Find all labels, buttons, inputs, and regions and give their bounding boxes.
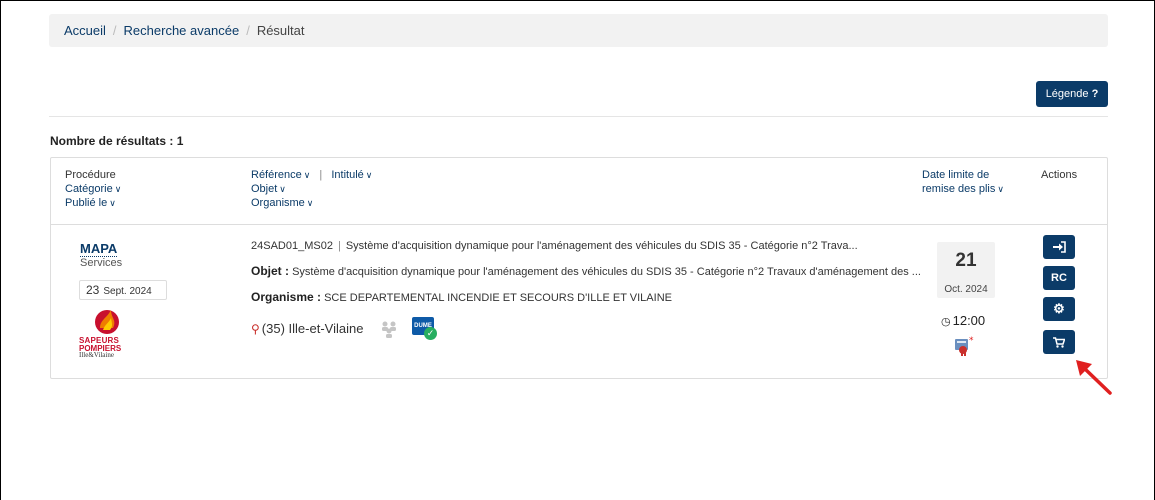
- header-col-reference: Référence ∨ | Intitulé ∨ Objet ∨ Organisme ∨: [251, 168, 372, 210]
- deadline-time: ◷ 12:00: [941, 313, 985, 328]
- header-deadline-line1: Date limite de: [922, 169, 990, 181]
- question-icon: ?: [1091, 88, 1099, 100]
- header-reference: Référence: [251, 169, 302, 181]
- cart-icon: [1053, 336, 1066, 348]
- chevron-down-icon: ∨: [303, 170, 311, 180]
- breadcrumb-separator: /: [112, 23, 117, 38]
- organism-label: Organisme :: [251, 290, 322, 304]
- header-published: Publié le: [65, 197, 108, 209]
- deadline-time-value: 12:00: [952, 313, 986, 328]
- breadcrumb-home[interactable]: Accueil: [64, 23, 106, 38]
- location-value: (35) Ille-et-Vilaine: [261, 321, 364, 336]
- clock-icon: ◷: [941, 316, 951, 328]
- object-label: Objet :: [251, 264, 289, 278]
- chevron-down-icon: ∨: [109, 198, 116, 208]
- gear-icon: ⚙: [1053, 301, 1065, 316]
- published-date: 23 Sept. 2024: [79, 280, 167, 300]
- breadcrumb-current: Résultat: [256, 23, 305, 38]
- legend-button[interactable]: Légende ?: [1036, 81, 1108, 107]
- chevron-down-icon: ∨: [306, 198, 314, 208]
- frame-top: [0, 0, 1155, 1]
- header-deadline-line2: remise des plis: [922, 183, 996, 195]
- settings-button[interactable]: ⚙: [1043, 297, 1075, 321]
- procedure-type[interactable]: MAPA: [80, 242, 118, 257]
- title-value[interactable]: Système d'acquisition dynamique pour l'a…: [346, 240, 858, 252]
- breadcrumb-advanced-search[interactable]: Recherche avancée: [124, 23, 240, 38]
- logo-text-region: Ille&Vilaine: [79, 351, 114, 359]
- organism-value: SCE DEPARTEMENTAL INCENDIE ET SECOURS D'…: [324, 292, 672, 304]
- reference-line: 24SAD01_MS02 | Système d'acquisition dynam…: [251, 240, 858, 252]
- deadline-month: Oct. 2024: [944, 284, 988, 295]
- sort-reference[interactable]: Référence ∨: [251, 169, 310, 181]
- results-count: Nombre de résultats : 1: [50, 134, 184, 148]
- results-panel: Procédure Catégorie ∨ Publié le ∨ Référenc…: [50, 157, 1108, 379]
- participate-button[interactable]: [1043, 235, 1075, 259]
- header-procedure: Procédure: [65, 169, 116, 181]
- category-label: Services: [80, 257, 123, 269]
- svg-text:*: *: [969, 336, 974, 346]
- dume-icon: DUME ✓: [412, 317, 438, 340]
- sort-organism[interactable]: Organisme ∨: [251, 196, 372, 210]
- chevron-down-icon: ∨: [279, 184, 286, 194]
- object-line: Objet : Système d'acquisition dynamique …: [251, 264, 921, 278]
- header-organism: Organisme: [251, 197, 305, 209]
- sort-deadline[interactable]: Date limite de remise des plis ∨: [922, 168, 1004, 196]
- reference-value: 24SAD01_MS02: [251, 240, 333, 252]
- map-marker-icon: ⚲: [251, 322, 260, 336]
- sort-category[interactable]: Catégorie ∨: [65, 182, 121, 196]
- breadcrumb-separator: /: [246, 23, 250, 38]
- header-actions: Actions: [1041, 169, 1078, 181]
- chevron-down-icon: ∨: [997, 184, 1004, 194]
- award-alert-icon: *: [955, 336, 974, 356]
- location: ⚲ (35) Ille-et-Vilaine: [251, 321, 363, 336]
- cart-button[interactable]: [1043, 330, 1075, 354]
- annotation-arrow: [1076, 360, 1112, 395]
- chevron-down-icon: ∨: [114, 184, 122, 194]
- chevron-down-icon: ∨: [365, 170, 373, 180]
- rc-button[interactable]: RC: [1043, 266, 1075, 290]
- organism-line: Organisme : SCE DEPARTEMENTAL INCENDIE E…: [251, 290, 672, 304]
- sign-in-icon: [1053, 241, 1066, 253]
- deadline-date: 21 Oct. 2024: [937, 242, 995, 298]
- header-category: Catégorie: [65, 183, 113, 195]
- frame-left: [0, 0, 1, 500]
- flame-icon: [95, 310, 119, 334]
- sort-published[interactable]: Publié le ∨: [65, 196, 121, 210]
- organism-logo: SAPEURS POMPIERS Ille&Vilaine: [79, 306, 141, 359]
- header-title: Intitulé: [331, 169, 364, 181]
- breadcrumb: Accueil / Recherche avancée / Résultat: [49, 14, 1108, 47]
- header-object: Objet: [251, 183, 278, 195]
- object-value: Système d'acquisition dynamique pour l'a…: [292, 266, 921, 278]
- published-month: Sept. 2024: [103, 286, 152, 297]
- deadline-day: 21: [955, 250, 977, 271]
- published-day: 23: [86, 283, 100, 297]
- group-icon: [382, 321, 396, 338]
- sort-title[interactable]: Intitulé ∨: [331, 169, 372, 181]
- reference-pipe: |: [337, 240, 341, 252]
- header-col-procedure: Procédure Catégorie ∨ Publié le ∨: [65, 168, 121, 210]
- check-icon: ✓: [424, 327, 437, 340]
- sort-object[interactable]: Objet ∨: [251, 182, 372, 196]
- header-divider: [51, 224, 1107, 225]
- divider: [49, 116, 1108, 117]
- header-pipe: |: [319, 169, 323, 181]
- legend-button-label: Légende: [1045, 88, 1089, 100]
